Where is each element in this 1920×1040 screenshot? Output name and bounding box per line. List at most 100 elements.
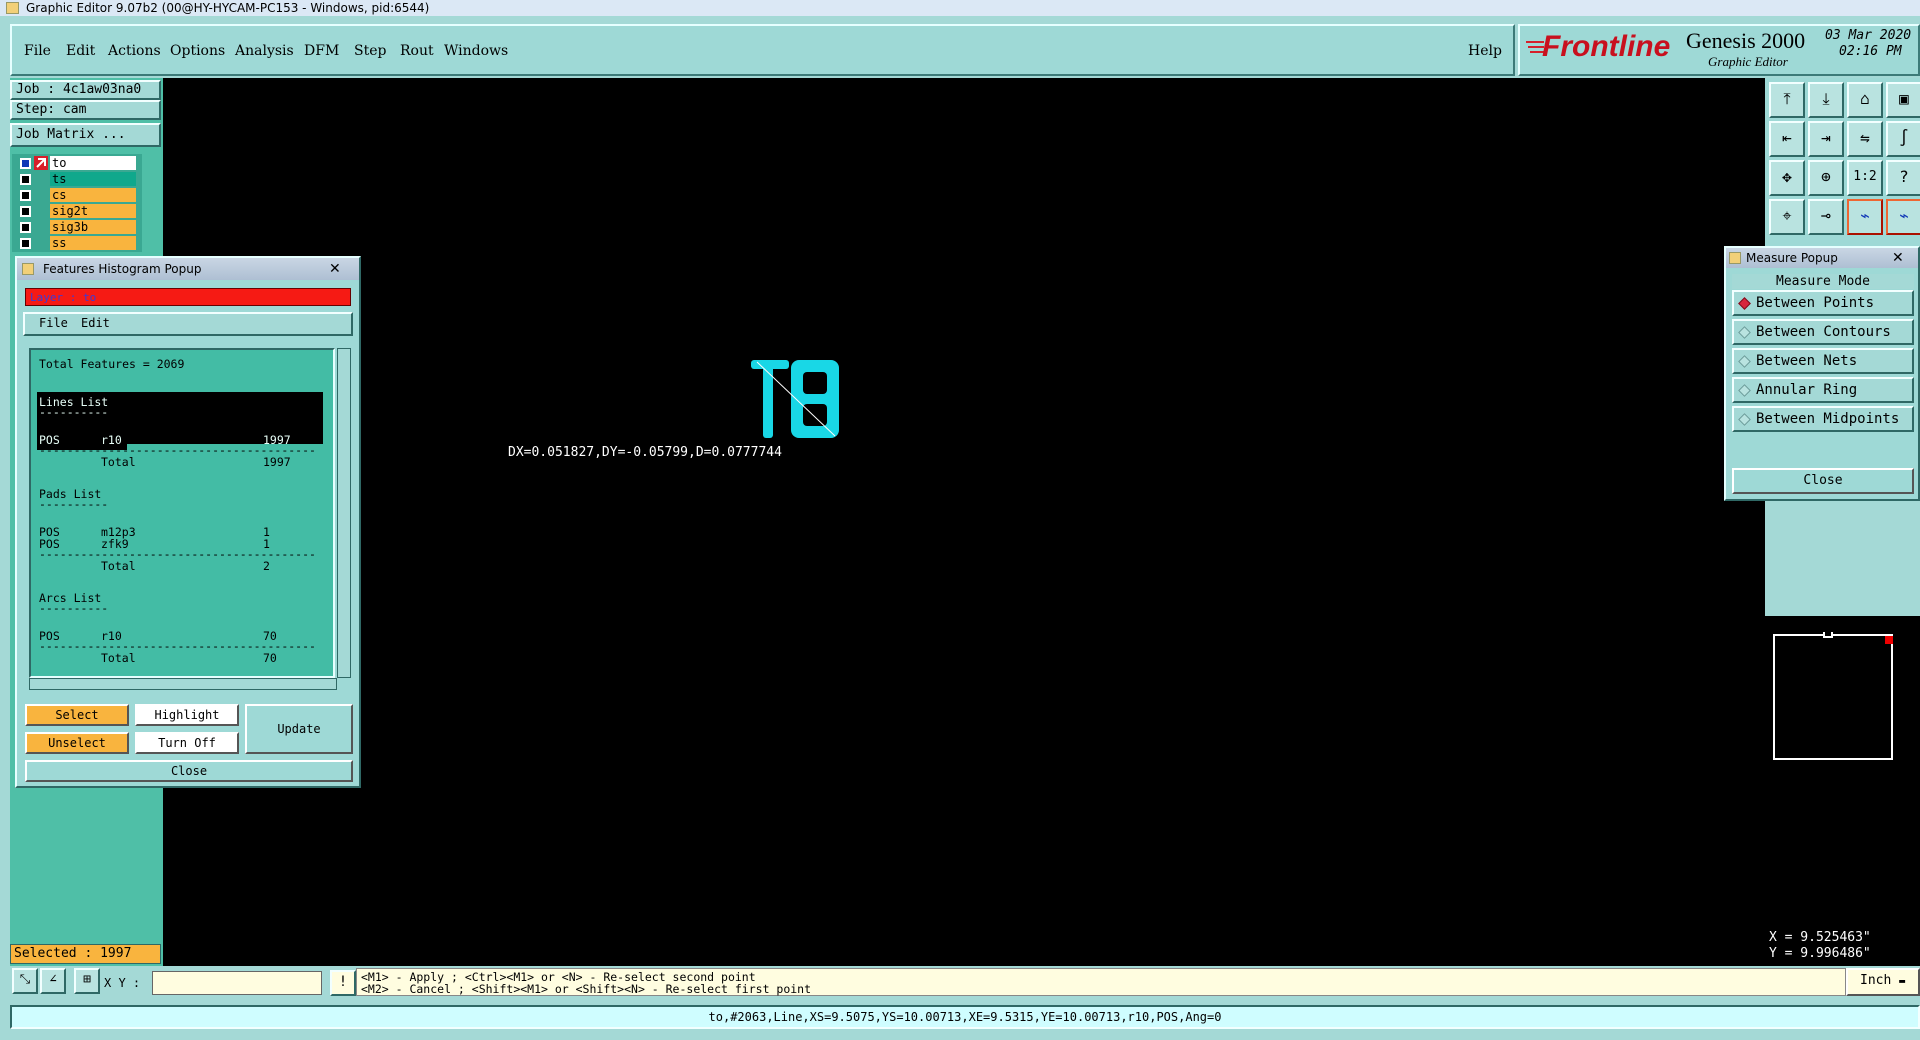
alert-icon[interactable]: ! [330,970,356,996]
layer-checkbox[interactable] [20,174,31,185]
prev-icon[interactable]: ⇤ [1769,121,1805,157]
window-title: Graphic Editor 9.07b2 (00@HY-HYCAM-PC153… [26,1,430,15]
option-label: Between Contours [1756,324,1891,340]
option-label: Between Nets [1756,353,1858,369]
option-annular-ring[interactable]: Annular Ring [1732,377,1914,403]
zoom-home-icon[interactable]: ⊕ [1808,160,1844,196]
measure-popup: Measure Popup ✕ Measure Mode Between Poi… [1724,246,1920,501]
close-icon[interactable]: ✕ [1892,248,1904,268]
cursor-coordinates: X = 9.525463" Y = 9.996486" [1765,926,1920,966]
pin-icon[interactable]: ⊸ [1808,199,1844,235]
separator: ---------- [39,497,109,511]
menu-analysis[interactable]: Analysis [235,43,294,59]
select-button[interactable]: Select [25,704,129,726]
option-between-midpoints[interactable]: Between Midpoints [1732,406,1914,432]
histogram-menu-edit[interactable]: Edit [81,316,110,330]
swap-icon[interactable]: ∫ [1886,121,1920,157]
brand-date: 03 Mar 2020 [1825,28,1912,43]
feature-graphic [751,360,839,438]
grid-icon[interactable]: ⊞ [74,968,100,994]
minimap-notch [1823,632,1833,638]
xy-label: X Y : [104,976,141,990]
menu-dfm[interactable]: DFM [304,43,339,59]
option-label: Annular Ring [1756,382,1858,398]
zoom-fit-icon[interactable]: ✥ [1769,160,1805,196]
option-between-points[interactable]: Between Points [1732,290,1914,316]
selected-count: Selected : 1997 [10,944,161,964]
close-icon[interactable]: ✕ [329,258,341,280]
graphic-canvas[interactable]: DX=0.051827,DY=-0.05799,D=0.0777744 [163,78,1765,966]
unit-selector[interactable]: Inch ▬ [1846,968,1920,996]
layer-item-ss[interactable]: ss [50,236,136,250]
net2-icon[interactable]: ⌁ [1886,199,1920,235]
minimap-view-marker [1885,636,1893,644]
measure-close-button[interactable]: Close [1732,468,1914,494]
option-label: Between Midpoints [1756,411,1900,427]
menu-windows[interactable]: Windows [444,43,508,59]
layer-checkbox[interactable] [20,222,31,233]
minimap[interactable] [1765,616,1920,926]
turn-off-button[interactable]: Turn Off [135,732,239,754]
layer-item-to[interactable]: to [50,156,136,170]
radio-icon [1738,413,1751,426]
layer-item-cs[interactable]: cs [50,188,136,202]
scale-1to2-icon[interactable]: 1:2 [1847,160,1883,196]
unselect-button[interactable]: Unselect [25,732,129,754]
coord-y: Y = 9.996486" [1769,946,1871,961]
layer-checkbox[interactable] [20,206,31,217]
popup-icon [1729,252,1741,264]
app-icon [6,2,19,14]
net-icon[interactable]: ⌁ [1847,199,1883,235]
help-icon[interactable]: ? [1886,160,1920,196]
radio-icon [1738,384,1751,397]
layer-item-ts[interactable]: ts [50,172,136,186]
vertical-scrollbar[interactable] [337,348,351,678]
brand-product: Genesis 2000 [1686,28,1806,53]
graphic-editor-window: Graphic Editor 9.07b2 (00@HY-HYCAM-PC153… [0,0,1920,1040]
separator: ---------- [39,601,109,615]
menu-actions[interactable]: Actions [108,43,161,59]
histogram-menubar: File Edit [23,312,353,336]
layer-list: to ts cs sig2t sig3b ss [12,154,142,252]
option-between-nets[interactable]: Between Nets [1732,348,1914,374]
arcs-total-label: Total [101,651,136,665]
xy-input[interactable] [152,971,322,995]
mirror-icon[interactable]: ⇋ [1847,121,1883,157]
save-icon[interactable]: ⤓ [1808,82,1844,118]
lines-total-label: Total [101,455,136,469]
radio-icon [1738,355,1751,368]
menu-step[interactable]: Step [354,43,386,59]
menu-rout[interactable]: Rout [400,43,434,59]
menu-edit[interactable]: Edit [66,43,95,59]
highlight-button[interactable]: Highlight [135,704,239,726]
brand-time: 02:16 PM [1839,44,1902,59]
arcs-total-value: 70 [263,651,277,665]
histogram-close-button[interactable]: Close [25,760,353,782]
update-button[interactable]: Update [245,704,353,754]
next-icon[interactable]: ⇥ [1808,121,1844,157]
layer-item-sig2t[interactable]: sig2t [50,204,136,218]
menu-file[interactable]: File [24,43,51,59]
layer-item-sig3b[interactable]: sig3b [50,220,136,234]
pointer-icon[interactable]: ⤡ [12,968,38,994]
work-layer-arrow-icon [34,156,48,170]
house-icon[interactable]: ⌂ [1847,82,1883,118]
menu-help[interactable]: Help [1468,43,1502,59]
horizontal-scrollbar[interactable] [29,678,337,690]
layer-checkbox[interactable] [20,190,31,201]
job-matrix-button[interactable]: Job Matrix ... [10,123,161,147]
lines-total-value: 1997 [263,455,291,469]
option-between-contours[interactable]: Between Contours [1732,319,1914,345]
layer-checkbox[interactable] [20,158,31,169]
total-features: Total Features = 2069 [39,357,185,371]
angle-icon[interactable]: ∠ [40,968,66,994]
histogram-menu-file[interactable]: File [39,316,68,330]
home-icon[interactable]: ⤒ [1769,82,1805,118]
measure-popup-title: Measure Popup [1746,251,1838,265]
snap-icon[interactable]: ⌖ [1769,199,1805,235]
popup-icon [22,263,34,275]
menu-options[interactable]: Options [170,43,225,59]
option-label: Between Points [1756,295,1875,311]
window-icon[interactable]: ▣ [1886,82,1920,118]
layer-checkbox[interactable] [20,238,31,249]
